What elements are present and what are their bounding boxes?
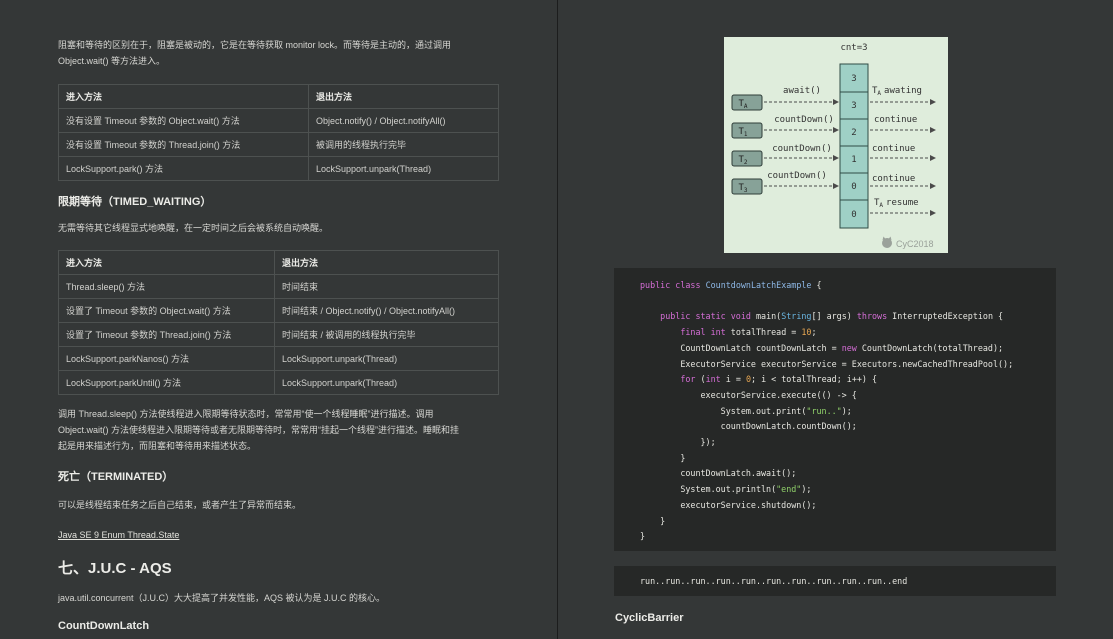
thread-state-link[interactable]: Java SE 9 Enum Thread.State <box>58 530 179 540</box>
cyclicbarrier-heading: CyclicBarrier <box>615 612 684 624</box>
table-cell: LockSupport.park() 方法 <box>58 156 309 181</box>
resume-text: resume <box>886 198 919 208</box>
countdownlatch-heading: CountDownLatch <box>58 620 150 632</box>
table-cell: 时间结束 / 被调用的线程执行完毕 <box>274 322 499 347</box>
t-subscript: A <box>877 90 881 97</box>
table-row: LockSupport.park() 方法 LockSupport.unpark… <box>58 156 499 181</box>
terminated-heading: 死亡（TERMINATED） <box>58 471 174 483</box>
github-cat-icon <box>882 236 892 248</box>
sleep-line-3: 起是用来描述行为，而阻塞和等待用来描述状态。 <box>58 441 257 451</box>
sleep-line-1: 调用 Thread.sleep() 方法使线程进入限期等待状态时，常常用“使一个… <box>58 409 434 419</box>
table-header-enter: 进入方法 <box>58 84 309 109</box>
table-row: LockSupport.parkNanos() 方法 LockSupport.u… <box>58 346 499 371</box>
table-row: 设置了 Timeout 参数的 Thread.join() 方法 时间结束 / … <box>58 322 499 347</box>
table-cell: 时间结束 <box>274 274 499 299</box>
counter-cell: 0 <box>851 210 856 220</box>
table-cell: LockSupport.unpark(Thread) <box>274 346 499 371</box>
table-header-exit: 退出方法 <box>308 84 499 109</box>
waiting-methods-table: 进入方法 退出方法 没有设置 Timeout 参数的 Object.wait()… <box>58 84 499 181</box>
countdownlatch-diagram: cnt=3 3 3 2 1 0 0 TA T1 T2 T3 await() co… <box>724 37 948 253</box>
arrow-label-countdown: countDown() <box>774 115 834 125</box>
output-block: run..run..run..run..run..run..run..run..… <box>614 566 1056 596</box>
thread-subscript: A <box>744 103 748 110</box>
arrow-label-countdown: countDown() <box>767 171 827 181</box>
right-page: cnt=3 3 3 2 1 0 0 TA T1 T2 T3 await() co… <box>558 0 1113 639</box>
timed-waiting-heading: 限期等待（TIMED_WAITING） <box>58 196 212 208</box>
table-cell: Thread.sleep() 方法 <box>58 274 275 299</box>
thread-state-link-line: Java SE 9 Enum Thread.State <box>58 527 498 543</box>
table-row: 没有设置 Timeout 参数的 Object.wait() 方法 Object… <box>58 108 499 133</box>
table-cell: 没有设置 Timeout 参数的 Object.wait() 方法 <box>58 108 309 133</box>
table-header-row: 进入方法 退出方法 <box>58 84 499 109</box>
code-text: public class CountdownLatchExample { pub… <box>640 280 1014 542</box>
table-cell: 被调用的线程执行完毕 <box>308 132 499 157</box>
sleep-line-2: Object.wait() 方法使线程进入限期等待或者无限期等待时，常常用“挂起… <box>58 425 460 435</box>
table-header-enter: 进入方法 <box>58 250 275 275</box>
left-page: 阻塞和等待的区别在于，阻塞是被动的，它是在等待获取 monitor lock。而… <box>0 0 557 639</box>
awating-text: awating <box>884 86 922 96</box>
arrow-label-awating: TA awating <box>872 86 922 97</box>
table-row: 没有设置 Timeout 参数的 Thread.join() 方法 被调用的线程… <box>58 132 499 157</box>
counter-cell: 1 <box>851 155 856 165</box>
table-cell: 没有设置 Timeout 参数的 Thread.join() 方法 <box>58 132 309 157</box>
table-row: Thread.sleep() 方法 时间结束 <box>58 274 499 299</box>
sleep-paragraph: 调用 Thread.sleep() 方法使线程进入限期等待状态时，常常用“使一个… <box>58 406 498 454</box>
table-cell: 设置了 Timeout 参数的 Object.wait() 方法 <box>58 298 275 323</box>
table-cell: LockSupport.unpark(Thread) <box>274 370 499 395</box>
arrow-label-countdown: countDown() <box>772 144 832 154</box>
thread-1-box: T1 <box>731 122 763 139</box>
table-cell: 时间结束 / Object.notify() / Object.notifyAl… <box>274 298 499 323</box>
intro-line-2: Object.wait() 等方法进入。 <box>58 56 166 66</box>
diagram-watermark: CyC2018 <box>896 239 934 249</box>
thread-subscript: 3 <box>744 187 748 194</box>
arrow-label-continue: continue <box>872 144 915 154</box>
terminated-description: 可以是线程结束任务之后自己结束，或者产生了异常而结束。 <box>58 500 302 510</box>
section-heading-aqs: 七、J.U.C - AQS <box>58 560 172 577</box>
juc-description: java.util.concurrent（J.U.C）大大提高了并发性能，AQS… <box>58 593 386 603</box>
table-cell: 设置了 Timeout 参数的 Thread.join() 方法 <box>58 322 275 347</box>
thread-3-box: T3 <box>731 178 763 195</box>
table-cell: LockSupport.unpark(Thread) <box>308 156 499 181</box>
counter-cell: 3 <box>851 74 856 84</box>
table-header-exit: 退出方法 <box>274 250 499 275</box>
counter-cell: 3 <box>851 101 856 111</box>
timed-waiting-description: 无需等待其它线程显式地唤醒，在一定时间之后会被系统自动唤醒。 <box>58 223 329 233</box>
arrow-label-continue: continue <box>872 174 915 184</box>
table-row: 设置了 Timeout 参数的 Object.wait() 方法 时间结束 / … <box>58 298 499 323</box>
thread-subscript: 1 <box>744 131 748 138</box>
table-cell: LockSupport.parkUntil() 方法 <box>58 370 275 395</box>
diagram-title: cnt=3 <box>840 43 867 53</box>
code-block[interactable]: public class CountdownLatchExample { pub… <box>614 268 1056 551</box>
timed-waiting-methods-table: 进入方法 退出方法 Thread.sleep() 方法 时间结束 设置了 Tim… <box>58 250 499 395</box>
counter-cell: 2 <box>851 128 856 138</box>
counter-cell: 0 <box>851 182 856 192</box>
output-text: run..run..run..run..run..run..run..run..… <box>640 576 908 586</box>
thread-a-box: TA <box>731 94 763 111</box>
table-row: LockSupport.parkUntil() 方法 LockSupport.u… <box>58 370 499 395</box>
arrow-label-await: await() <box>783 86 821 96</box>
table-cell: LockSupport.parkNanos() 方法 <box>58 346 275 371</box>
thread-subscript: 2 <box>744 159 748 166</box>
intro-line-1: 阻塞和等待的区别在于，阻塞是被动的，它是在等待获取 monitor lock。而… <box>58 40 452 50</box>
table-header-row: 进入方法 退出方法 <box>58 250 499 275</box>
table-cell: Object.notify() / Object.notifyAll() <box>308 108 499 133</box>
arrow-label-resume: TA resume <box>874 198 919 209</box>
intro-paragraph: 阻塞和等待的区别在于，阻塞是被动的，它是在等待获取 monitor lock。而… <box>58 37 498 69</box>
thread-2-box: T2 <box>731 150 763 167</box>
counter-column: 3 3 2 1 0 0 <box>839 63 869 229</box>
arrow-label-continue: continue <box>874 115 917 125</box>
t-subscript: A <box>879 202 883 209</box>
